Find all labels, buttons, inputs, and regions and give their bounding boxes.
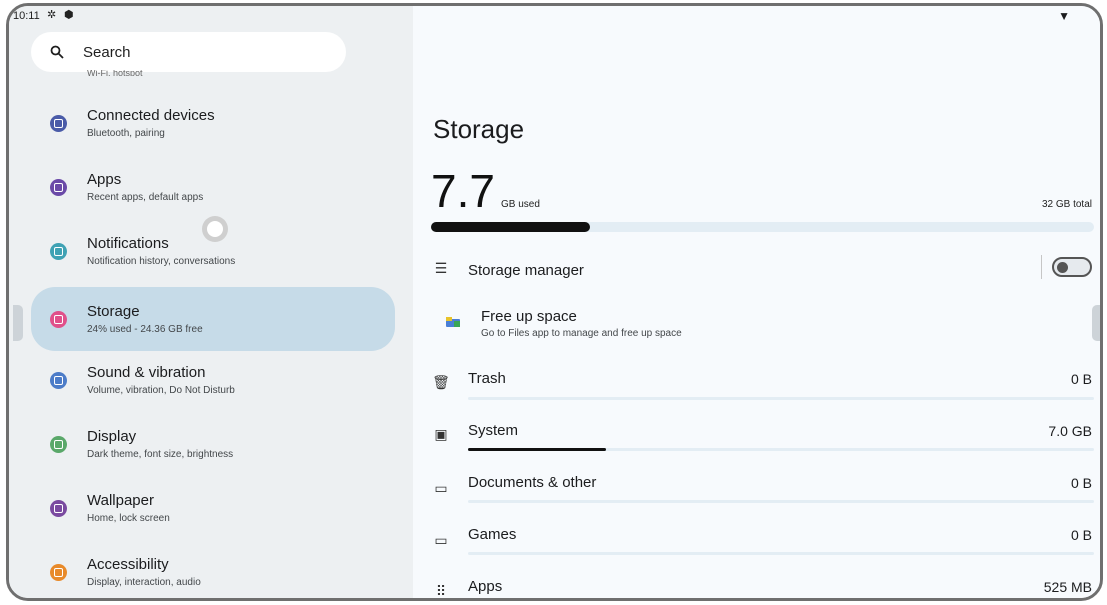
settings-item-accessibility[interactable]: Accessibility Display, interaction, audi… [31,540,395,598]
accessibility-icon [50,564,67,581]
toggle-divider [1041,255,1042,279]
category-row-documents[interactable]: ▭ Documents & other 0 B [413,468,1100,516]
item-title: Storage [87,303,140,320]
category-usage-bar [468,397,1094,400]
right-edge-handle[interactable] [1092,305,1100,341]
category-row-apps[interactable]: ⠿ Apps 525 MB [413,572,1100,599]
settings-item-display[interactable]: Display Dark theme, font size, brightnes… [31,412,395,476]
category-row-games[interactable]: ▭ Games 0 B [413,520,1100,568]
storage-usage-bar [431,222,1094,232]
category-label: System [468,422,519,439]
item-title: Connected devices [87,107,215,124]
storage-manager-label: Storage manager [468,262,584,279]
item-title: Notifications [87,235,169,252]
item-title: Display [87,428,137,445]
settings-item-apps[interactable]: Apps Recent apps, default apps [31,155,395,219]
display-icon [50,436,67,453]
touch-indicator [202,216,228,242]
settings-item-storage[interactable]: Storage 24% used - 24.36 GB free [31,287,395,351]
category-usage-bar [468,500,1094,503]
devices-icon [50,115,67,132]
status-bar: 10:11 ✲ ⬢ [9,6,413,28]
storage-total: 32 GB total [1041,199,1092,210]
storage-manager-toggle[interactable] [1052,257,1092,277]
volume-icon [50,372,67,389]
category-value: 0 B [1070,527,1092,543]
free-up-space-subtitle: Go to Files app to manage and free up sp… [481,328,682,339]
storage-used-number: 7.7 [431,165,495,217]
category-value: 7.0 GB [1048,423,1092,439]
category-value: 0 B [1070,371,1092,387]
gamepad-icon: ▭ [434,532,448,548]
apps-grid-icon: ⠿ [435,583,447,599]
free-up-space-title: Free up space [481,308,577,325]
storage-detail-pane: ▼ Storage 7.7 GB used 32 GB total ☰ Stor… [413,6,1100,598]
category-usage-bar [468,552,1094,555]
item-subtitle: Volume, vibration, Do Not Disturb [87,385,235,396]
item-subtitle: Recent apps, default apps [87,192,204,203]
network-item-subtitle-clipped: Wi-Fi, hotspot [87,70,143,76]
storage-usage-fill [431,222,591,232]
item-subtitle: Notification history, conversations [87,256,236,267]
storage-icon [50,311,67,328]
category-label: Documents & other [468,474,597,491]
shield-icon: ⬢ [64,9,74,21]
settings-item-wallpaper[interactable]: Wallpaper Home, lock screen [31,476,395,540]
category-label: Games [468,526,517,543]
item-subtitle: Dark theme, font size, brightness [87,449,234,460]
item-subtitle: Display, interaction, audio [87,577,201,588]
search-bar[interactable]: Search [31,32,346,72]
settings-navigation-pane: 10:11 ✲ ⬢ Search Wi-Fi, hotspot Connecte… [9,6,413,598]
search-label: Search [83,43,131,61]
wifi-icon: ▼ [1058,9,1070,23]
item-title: Apps [87,171,122,188]
search-icon [31,45,83,59]
category-label: Trash [468,370,506,387]
status-time: 10:11 [13,10,40,22]
storage-manager-icon: ☰ [434,260,448,276]
storage-manager-row[interactable]: ☰ Storage manager [413,254,1100,284]
left-edge-handle[interactable] [13,305,23,341]
page-title: Storage [433,114,525,144]
settings-item-connected-devices[interactable]: Connected devices Bluetooth, pairing [31,91,395,155]
category-row-trash[interactable]: 🗑 Trash 0 B [413,364,1100,412]
settings-icon: ✲ [47,9,57,21]
apps-icon [50,179,67,196]
bell-icon [50,243,67,260]
category-row-system[interactable]: ▣ System 7.0 GB [413,416,1100,464]
toggle-knob [1057,262,1068,273]
trash-icon: 🗑 [432,374,450,390]
files-app-icon [446,317,460,327]
item-subtitle: Bluetooth, pairing [87,128,165,139]
category-value: 0 B [1070,475,1092,491]
system-icon: ▣ [434,426,448,442]
settings-item-sound-vibration[interactable]: Sound & vibration Volume, vibration, Do … [31,348,395,412]
item-title: Wallpaper [87,492,154,509]
item-subtitle: Home, lock screen [87,513,170,524]
device-frame: 10:11 ✲ ⬢ Search Wi-Fi, hotspot Connecte… [6,3,1103,601]
category-usage-fill [468,448,606,451]
item-subtitle: 24% used - 24.36 GB free [87,324,203,335]
palette-icon [50,500,67,517]
storage-used-unit: GB used [501,199,540,210]
folder-icon: ▭ [434,480,448,496]
item-title: Accessibility [87,556,169,573]
category-usage-bar [468,448,1094,451]
category-value: 525 MB [1043,579,1092,595]
item-title: Sound & vibration [87,364,206,381]
category-label: Apps [468,578,503,595]
